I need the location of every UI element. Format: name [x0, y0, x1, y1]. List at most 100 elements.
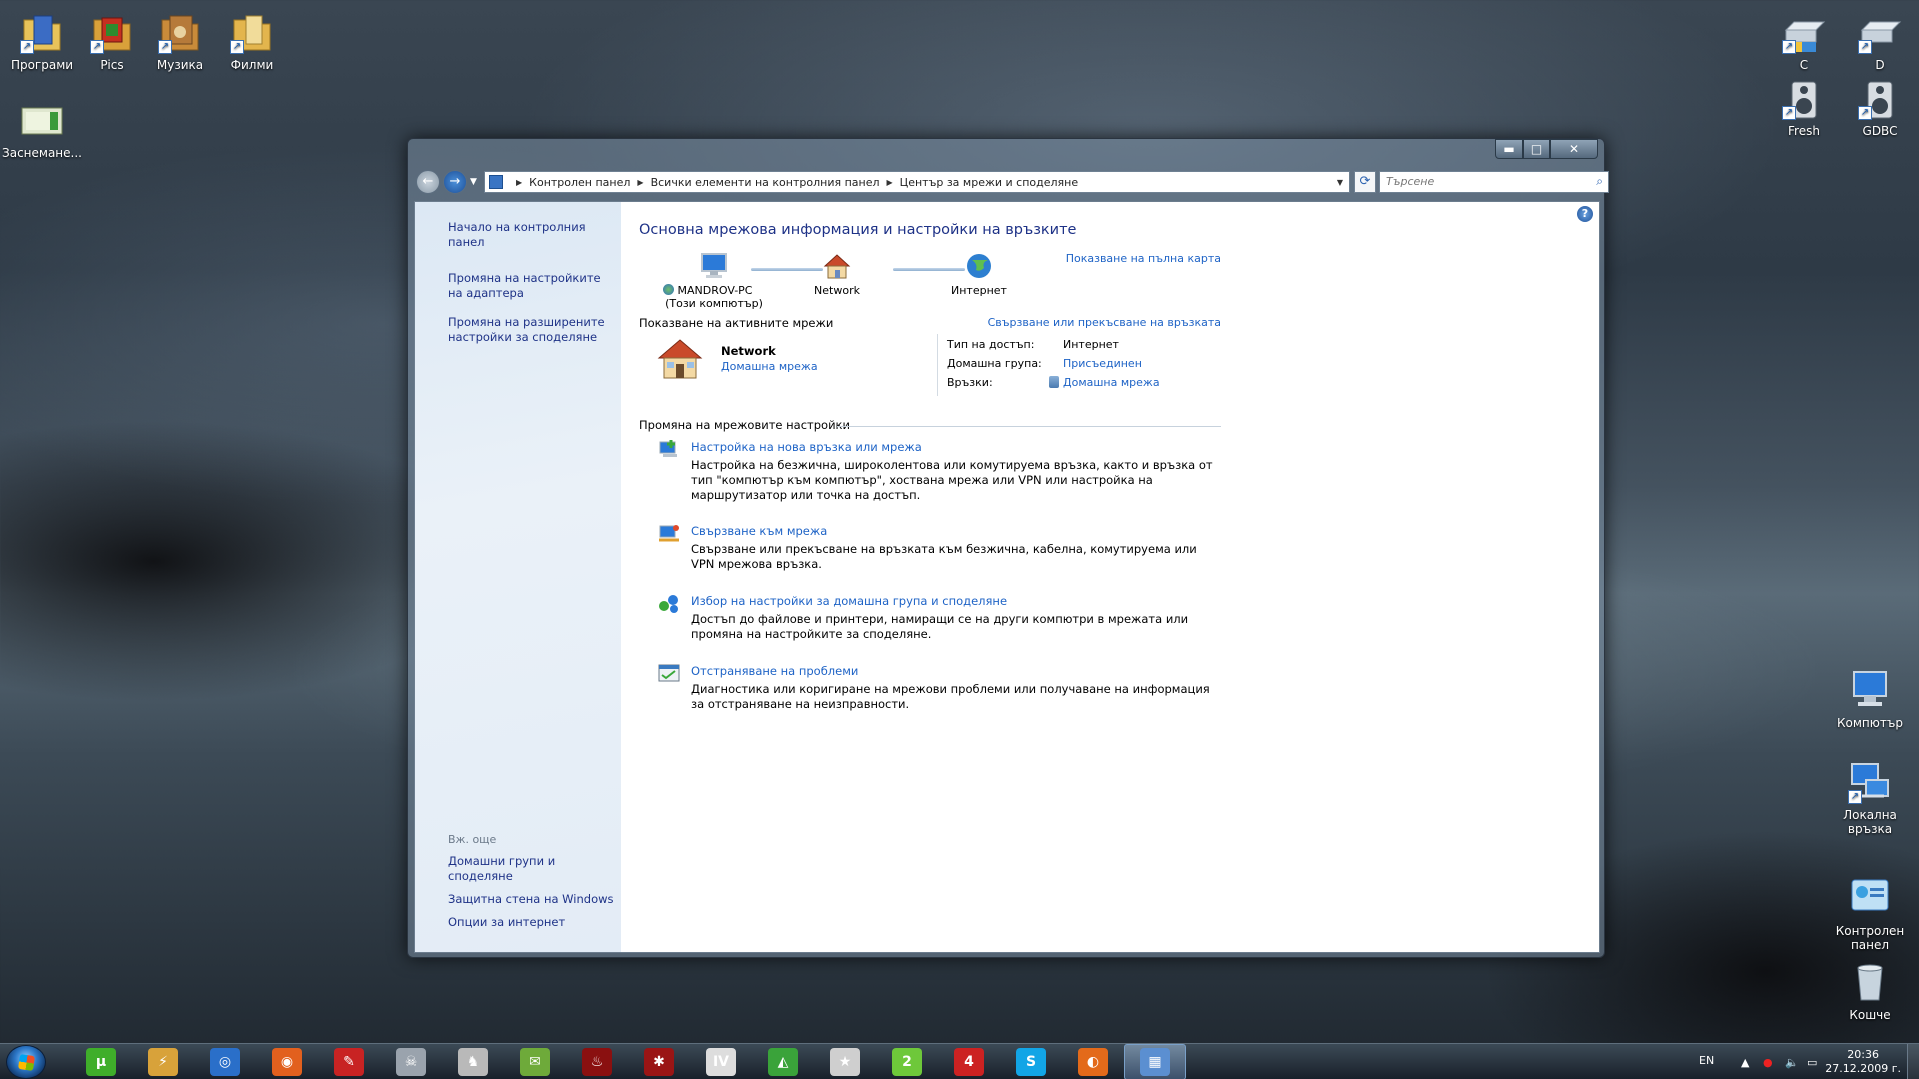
desktop-icon-drive-c[interactable]: ↗ C: [1764, 16, 1844, 72]
desktop-icon-fresh[interactable]: ↗ Fresh: [1764, 80, 1844, 138]
task-pane: Начало на контролния панел Промяна на на…: [415, 202, 621, 952]
network-computer-icon: ↗: [1848, 760, 1892, 804]
maximize-button[interactable]: □: [1523, 139, 1550, 159]
taskbar-item[interactable]: µ: [70, 1044, 132, 1079]
clock[interactable]: 20:36 27.12.2009 г.: [1825, 1048, 1901, 1076]
chevron-down-icon[interactable]: ▼: [1337, 178, 1343, 187]
desktop-icon-label: Контролен панел: [1835, 924, 1905, 952]
property-row: Тип на достъп: Интернет: [947, 338, 1160, 357]
taskbar-item[interactable]: ◎: [194, 1044, 256, 1079]
desktop-icon-movies[interactable]: ↗ Филми: [212, 10, 292, 72]
sidebar-link-adapter-settings[interactable]: Промяна на настройките на адаптера: [448, 271, 616, 301]
taskbar-item[interactable]: ◉: [256, 1044, 318, 1079]
map-node-internet[interactable]: Интернет: [929, 252, 1029, 297]
property-key: Връзки:: [947, 376, 993, 389]
help-button[interactable]: ?: [1577, 206, 1593, 222]
sidebar-link-control-panel-home[interactable]: Начало на контролния панел: [448, 220, 616, 250]
recycle-bin-icon: [1848, 960, 1892, 1004]
signal-icon: [1049, 376, 1059, 388]
task-title-link[interactable]: Настройка на нова връзка или мрежа: [691, 440, 922, 454]
start-button[interactable]: [6, 1045, 46, 1079]
internet-label: Интернет: [951, 284, 1007, 297]
window-controls: ▬ □ ✕: [1495, 139, 1598, 159]
sidebar-link-homegroup[interactable]: Домашни групи и споделяне: [448, 854, 616, 884]
sidebar-link-advanced-sharing[interactable]: Промяна на разширените настройки за спод…: [448, 315, 616, 345]
desktop-icon-control-panel[interactable]: Контролен панел: [1830, 876, 1910, 952]
address-bar[interactable]: ▶ Контролен панел ▶ Всички елементи на к…: [484, 171, 1350, 193]
map-node-network[interactable]: Network: [787, 252, 887, 297]
taskbar-item[interactable]: ◭: [752, 1044, 814, 1079]
breadcrumb-network-center[interactable]: Център за мрежи и споделяне: [900, 176, 1078, 189]
desktop-icon-label: Музика: [156, 58, 204, 72]
active-network-panel: Network Домашна мрежа Тип на достъп: Инт…: [639, 332, 1221, 402]
sidebar-link-internet-options[interactable]: Опции за интернет: [448, 915, 616, 930]
search-input[interactable]: Търсене ⌕: [1379, 171, 1609, 193]
taskbar-item[interactable]: ♞: [442, 1044, 504, 1079]
taskbar-item[interactable]: ⚡: [132, 1044, 194, 1079]
desktop-icon-drive-d[interactable]: ↗ D: [1840, 16, 1919, 72]
taskbar-item[interactable]: ☠: [380, 1044, 442, 1079]
chevron-right-icon[interactable]: ▶: [887, 178, 893, 187]
desktop-icon-capture[interactable]: Заснемане...: [2, 98, 82, 160]
desktop-icon-programs[interactable]: ↗ Програми: [2, 10, 82, 72]
taskbar-item[interactable]: S: [1000, 1044, 1062, 1079]
minimize-button[interactable]: ▬: [1495, 139, 1523, 159]
drive-icon: ↗: [1858, 16, 1902, 54]
homegroup-joined-link[interactable]: Присъединен: [1063, 357, 1142, 376]
task-title-link[interactable]: Избор на настройки за домашна група и сп…: [691, 594, 1007, 608]
taskbar-item[interactable]: 4: [938, 1044, 1000, 1079]
taskbar-item[interactable]: IV: [690, 1044, 752, 1079]
close-button[interactable]: ✕: [1550, 139, 1598, 159]
desktop-icon-gdbc[interactable]: ↗ GDBC: [1840, 80, 1919, 138]
property-value: Интернет: [1063, 338, 1119, 351]
network-type-link[interactable]: Домашна мрежа: [721, 360, 818, 373]
taskbar-item[interactable]: ✉: [504, 1044, 566, 1079]
refresh-button[interactable]: ⟳: [1354, 171, 1376, 193]
desktop-icon-recycle-bin[interactable]: Кошче: [1830, 960, 1910, 1022]
show-full-map-link[interactable]: Показване на пълна карта: [1066, 252, 1221, 265]
desktop-icon-label: Fresh: [1788, 124, 1820, 138]
task-description: Настройка на безжична, широколентова или…: [691, 458, 1213, 502]
change-settings-header: Промяна на мрежовите настройки: [639, 418, 850, 432]
desktop-icon-local-connection[interactable]: ↗ Локална връзка: [1830, 760, 1910, 836]
volume-icon[interactable]: 🔈: [1785, 1056, 1799, 1069]
breadcrumb-control-panel[interactable]: Контролен панел: [529, 176, 630, 189]
game-green-icon: ◭: [768, 1048, 798, 1076]
chevron-right-icon[interactable]: ▶: [516, 178, 522, 187]
task-title-link[interactable]: Отстраняване на проблеми: [691, 664, 858, 678]
connect-disconnect-link[interactable]: Свързване или прекъсване на връзката: [988, 316, 1221, 329]
breadcrumb-all-items[interactable]: Всички елементи на контролния панел: [651, 176, 880, 189]
film-icon: [20, 98, 64, 142]
desktop-icon-label: Локална връзка: [1843, 808, 1897, 836]
desktop-icon-computer[interactable]: Компютър: [1830, 668, 1910, 730]
red-app-icon: ✎: [334, 1048, 364, 1076]
utorrent-icon: µ: [86, 1048, 116, 1076]
map-node-computer[interactable]: MANDROV-PC (Този компютър): [661, 252, 767, 310]
tray-app-icon[interactable]: ●: [1763, 1056, 1773, 1069]
game-star-icon: ★: [830, 1048, 860, 1076]
connection-link[interactable]: Домашна мрежа: [1063, 376, 1160, 395]
recent-pages-dropdown[interactable]: ▼: [470, 177, 477, 187]
back-button[interactable]: ←: [416, 170, 440, 194]
game-soldier-icon: ☠: [396, 1048, 426, 1076]
drive-icon: ↗: [1782, 16, 1826, 54]
forward-button[interactable]: →: [443, 170, 467, 194]
taskbar-item[interactable]: ★: [814, 1044, 876, 1079]
divider: [937, 334, 938, 396]
desktop-icon-music[interactable]: ↗ Музика: [140, 10, 220, 72]
taskbar-item[interactable]: ♨: [566, 1044, 628, 1079]
taskbar-item[interactable]: ✎: [318, 1044, 380, 1079]
see-also-section: Вж. още Домашни групи и споделяне Защитн…: [448, 833, 616, 938]
show-desktop-button[interactable]: [1907, 1044, 1919, 1079]
language-indicator[interactable]: EN: [1699, 1054, 1714, 1067]
taskbar-item[interactable]: 2: [876, 1044, 938, 1079]
search-icon[interactable]: ⌕: [1596, 174, 1603, 189]
chevron-right-icon[interactable]: ▶: [637, 178, 643, 187]
sidebar-link-firewall[interactable]: Защитна стена на Windows: [448, 892, 616, 907]
network-tray-icon[interactable]: ▭: [1807, 1056, 1817, 1069]
show-hidden-icons-icon[interactable]: ▲: [1741, 1056, 1749, 1069]
taskbar-item[interactable]: ▦: [1124, 1044, 1186, 1079]
taskbar-item[interactable]: ✱: [628, 1044, 690, 1079]
taskbar-item[interactable]: ◐: [1062, 1044, 1124, 1079]
task-title-link[interactable]: Свързване към мрежа: [691, 524, 827, 538]
